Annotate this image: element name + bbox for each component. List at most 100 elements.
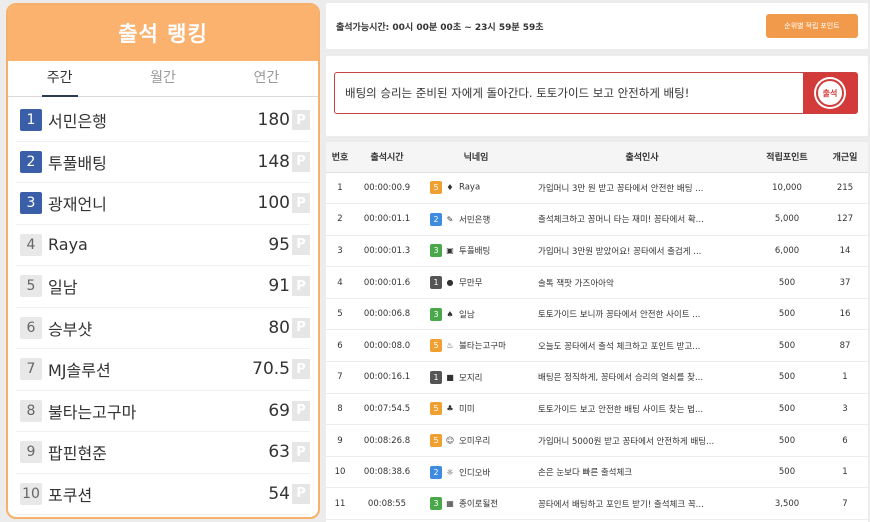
rank-points: 63 xyxy=(268,442,290,463)
cell-streak: 1 xyxy=(822,456,868,489)
nickname-text: 모지리 xyxy=(459,373,483,384)
cell-streak: 3 xyxy=(822,393,868,426)
cell-nickname[interactable]: 2 ✎ 서민은행 xyxy=(420,203,532,236)
point-icon: P xyxy=(292,110,310,131)
rank-nickname[interactable]: 서민은행 xyxy=(48,108,258,132)
attendance-submit-button[interactable]: 출석 xyxy=(803,73,857,113)
point-icon: P xyxy=(292,193,310,214)
cell-number: 4 xyxy=(326,266,354,299)
cell-greeting: 토토가이드 보니까 꽁타에서 안전한 사이트 ... xyxy=(532,298,752,331)
avatar-icon: ♨ xyxy=(446,341,454,351)
level-badge-icon: 1 xyxy=(430,370,442,384)
rank-nickname[interactable]: 팝핀현준 xyxy=(48,440,268,464)
col-header-points: 적립포인트 xyxy=(752,142,822,173)
rank-number: 3 xyxy=(20,192,42,215)
rank-nickname[interactable]: 일남 xyxy=(48,274,268,298)
table-row: 5 00:00:06.8 3 ♠ 일남 토토가이드 보니까 꽁타에서 안전한 사이트 ..… xyxy=(326,298,868,331)
tab-monthly[interactable]: 월간 xyxy=(111,61,214,96)
cell-greeting: 토토가이드 보고 안전한 배팅 사이트 찾는 법... xyxy=(532,393,752,426)
cell-points: 500 xyxy=(752,456,822,489)
cell-time: 00:00:01.1 xyxy=(354,203,420,236)
cell-nickname[interactable]: 1 ■ 모지리 xyxy=(420,361,532,394)
cell-nickname[interactable]: 5 ☺ 오미우리 xyxy=(420,424,532,457)
cell-nickname[interactable]: 3 ▦ 종이로될전 xyxy=(420,487,532,521)
rank-number: 7 xyxy=(20,358,42,381)
rank-nickname[interactable]: MJ솔루션 xyxy=(48,357,252,381)
cell-time: 00:00:06.8 xyxy=(354,298,420,331)
cell-points: 5,000 xyxy=(752,203,822,236)
cell-streak: 14 xyxy=(822,235,868,268)
cell-time: 00:00:08.0 xyxy=(354,329,420,363)
cell-greeting: 솔톡 잭팟 가즈아아악 xyxy=(532,266,752,299)
cell-streak: 87 xyxy=(822,329,868,363)
rank-points: 91 xyxy=(268,276,290,297)
greeting-box: 출석 xyxy=(326,56,868,136)
cell-points: 3,500 xyxy=(752,487,822,521)
cell-number: 1 xyxy=(326,172,354,205)
level-badge-icon: 3 xyxy=(430,497,442,511)
cell-time: 00:00:01.6 xyxy=(354,266,420,299)
ranking-row: 5 일남 91 P xyxy=(16,266,310,308)
nickname-text: 불타는고구마 xyxy=(459,341,506,352)
ranking-row: 8 불타는고구마 69 P xyxy=(16,391,310,432)
rank-nickname[interactable]: 불타는고구마 xyxy=(48,399,268,423)
cell-streak: 7 xyxy=(822,487,868,521)
table-row: 2 00:00:01.1 2 ✎ 서민은행 출석체크하고 꽁머니 타는 재미! 꽁타에서 … xyxy=(326,203,868,236)
rank-nickname[interactable]: Raya xyxy=(48,235,268,254)
ranking-row: 6 승부샷 80 P xyxy=(16,308,310,349)
tab-weekly[interactable]: 주간 xyxy=(8,61,111,97)
rank-nickname[interactable]: 투풀배팅 xyxy=(48,150,258,174)
rank-points: 100 xyxy=(257,193,290,214)
nickname-text: 인디오바 xyxy=(459,468,491,479)
col-header-greeting: 출석인사 xyxy=(532,142,752,173)
rank-points: 54 xyxy=(268,483,290,504)
table-row: 1 00:00:00.9 5 ♦ Raya 가입머니 3만 원 받고 꽁타에서 안전한 배… xyxy=(326,172,868,205)
cell-nickname[interactable]: 5 ♦ Raya xyxy=(420,172,532,205)
rank-number: 8 xyxy=(20,399,42,422)
point-icon: P xyxy=(292,359,310,380)
cell-nickname[interactable]: 2 ☼ 인디오바 xyxy=(420,456,532,489)
cell-points: 500 xyxy=(752,424,822,457)
cell-greeting: 가입머니 3만원 받았어요! 꽁타에서 출검게 ... xyxy=(532,235,752,268)
greeting-input[interactable] xyxy=(335,73,803,113)
attendance-table-body: 1 00:00:00.9 5 ♦ Raya 가입머니 3만 원 받고 꽁타에서 안전한 배… xyxy=(326,172,868,521)
rank-nickname[interactable]: 승부샷 xyxy=(48,316,268,340)
rank-nickname[interactable]: 포쿠션 xyxy=(48,482,268,506)
level-badge-icon: 1 xyxy=(430,276,442,290)
avatar-icon: ♠ xyxy=(446,309,454,319)
point-icon: P xyxy=(292,442,310,463)
cell-greeting: 오늘도 꽁타에서 출석 체크하고 포인트 받고... xyxy=(532,329,752,363)
tab-yearly[interactable]: 연간 xyxy=(215,61,318,96)
level-badge-icon: 2 xyxy=(430,465,442,479)
cell-number: 11 xyxy=(326,487,354,521)
rank-nickname[interactable]: 광재언니 xyxy=(48,191,258,215)
cell-nickname[interactable]: 5 ♣ 미미 xyxy=(420,393,532,426)
cell-nickname[interactable]: 3 ♠ 일남 xyxy=(420,298,532,331)
rank-points-button[interactable]: 순위별 적립 포인트 xyxy=(766,14,858,38)
cell-nickname[interactable]: 1 ● 무만무 xyxy=(420,266,532,299)
avatar-icon: ♣ xyxy=(446,404,454,414)
avatar-icon: ☺ xyxy=(445,436,455,446)
avatar-icon: ♦ xyxy=(446,183,454,193)
cell-greeting: 손은 눈보다 빠른 출석체크 xyxy=(532,456,752,489)
cell-points: 500 xyxy=(752,329,822,363)
cell-streak: 215 xyxy=(822,172,868,205)
cell-time: 00:08:38.6 xyxy=(354,456,420,489)
table-row: 7 00:00:16.1 1 ■ 모지리 배팅은 정직하게, 꽁타에서 승리의 열쇠를 찾… xyxy=(326,361,868,394)
avatar-icon: ✎ xyxy=(446,214,454,224)
cell-nickname[interactable]: 3 ▣ 투풀배팅 xyxy=(420,235,532,268)
rank-number: 5 xyxy=(20,275,42,298)
level-badge-icon: 5 xyxy=(430,339,442,353)
rank-number: 6 xyxy=(20,316,42,339)
cell-streak: 127 xyxy=(822,203,868,236)
cell-number: 2 xyxy=(326,203,354,236)
rank-number: 2 xyxy=(20,150,42,173)
table-row: 11 00:08:55 3 ▦ 종이로될전 꽁타에서 배팅하고 포인트 받기! 출석체크 … xyxy=(326,487,868,521)
point-icon: P xyxy=(292,400,310,421)
level-badge-icon: 5 xyxy=(430,434,442,448)
table-row: 6 00:00:08.0 5 ♨ 불타는고구마 오늘도 꽁타에서 출석 체크하고 포인트 … xyxy=(326,329,868,363)
point-icon: P xyxy=(292,234,310,255)
cell-number: 6 xyxy=(326,329,354,363)
level-badge-icon: 3 xyxy=(430,244,442,258)
cell-nickname[interactable]: 5 ♨ 불타는고구마 xyxy=(420,329,532,363)
